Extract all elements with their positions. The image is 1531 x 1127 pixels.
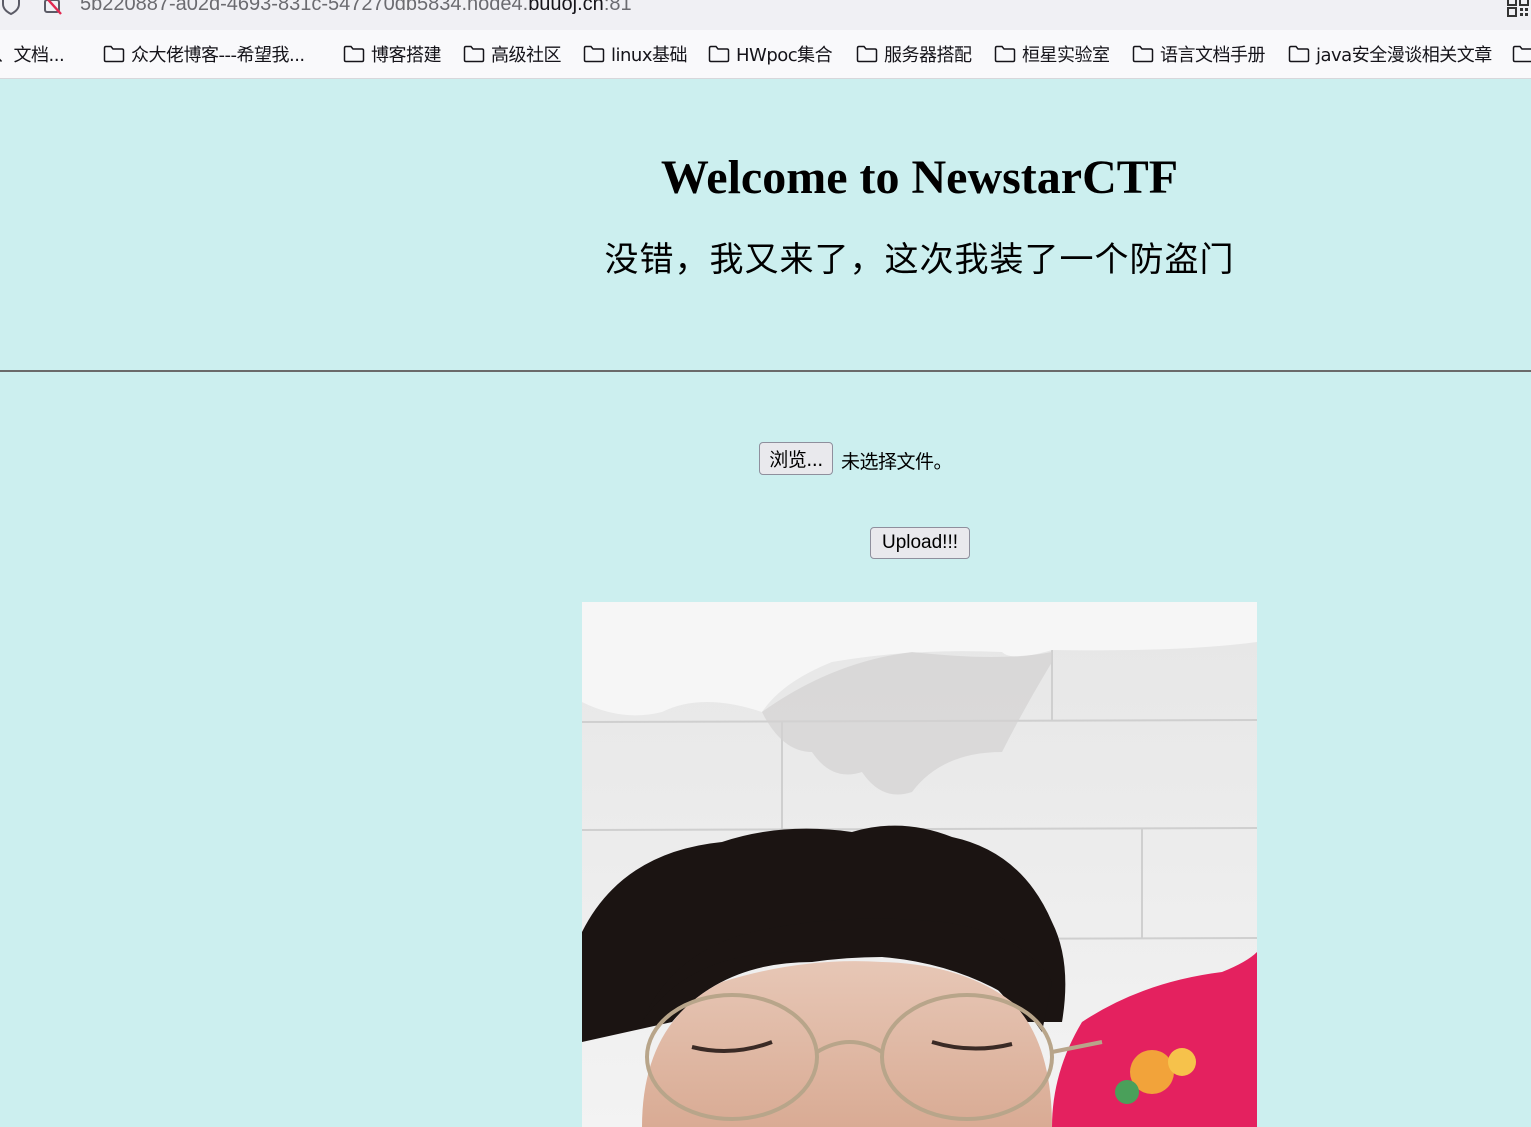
folder-icon — [708, 45, 730, 63]
bookmarks-toolbar: 、文档... 众大佬博客---希望我... 博客搭建 高级社区 linux基础 … — [0, 30, 1531, 79]
bookmark-folder[interactable]: linux基础 — [583, 30, 687, 78]
url-port: :81 — [603, 0, 632, 15]
bookmark-folder[interactable]: 桓星实验室 — [994, 30, 1110, 78]
url-bar[interactable]: 5b220887-a02d-4693-831c-547270db5834.nod… — [0, 0, 1531, 30]
bookmark-label: 语言文档手册 — [1160, 45, 1266, 66]
selfie-photo — [582, 602, 1257, 1127]
folder-icon — [343, 45, 365, 63]
folder-icon — [103, 45, 125, 63]
url-host: buuoj.cn — [528, 0, 604, 15]
bookmark-label: 高级社区 — [491, 45, 562, 66]
bookmark-label: HWpoc集合 — [736, 45, 833, 66]
bookmark-folder[interactable]: 语言文档手册 — [1132, 30, 1266, 78]
qr-code-icon[interactable] — [1507, 0, 1529, 17]
upload-button[interactable]: Upload!!! — [870, 527, 970, 559]
bookmark-label: 、文档... — [0, 45, 65, 66]
page-subtitle: 没错，我又来了，这次我装了一个防盗门 — [604, 240, 1235, 280]
folder-icon — [856, 45, 878, 63]
folder-icon — [463, 45, 485, 63]
tracking-shield-icon[interactable] — [0, 0, 22, 18]
bookmark-label: 服务器搭配 — [884, 45, 972, 66]
insecure-lock-icon[interactable] — [40, 0, 64, 18]
bookmark-item[interactable]: 、文档... — [0, 30, 65, 78]
bookmark-label: 博客搭建 — [371, 45, 442, 66]
bookmark-label: 桓星实验室 — [1022, 45, 1110, 66]
bookmark-label: java安全漫谈相关文章 — [1316, 45, 1492, 66]
bookmark-label: linux基础 — [611, 45, 687, 66]
folder-icon — [994, 45, 1016, 63]
bookmark-folder[interactable]: java安全漫谈相关文章 — [1288, 30, 1492, 78]
horizontal-rule — [0, 370, 1531, 372]
folder-icon — [583, 45, 605, 63]
bookmark-folder[interactable]: HWpoc集合 — [708, 30, 833, 78]
bookmark-folder[interactable]: 服务器搭配 — [856, 30, 972, 78]
bookmark-folder[interactable]: 众大佬博客---希望我... — [103, 30, 305, 78]
page-title: Welcome to NewstarCTF — [660, 151, 1179, 204]
url-prefix: 5b220887-a02d-4693-831c-547270db5834.nod… — [80, 0, 529, 15]
page-header: Welcome to NewstarCTF 没错，我又来了，这次我装了一个防盗门 — [0, 78, 1531, 371]
folder-icon — [1288, 45, 1310, 63]
url-text[interactable]: 5b220887-a02d-4693-831c-547270db5834.nod… — [80, 0, 632, 16]
folder-icon — [1512, 45, 1531, 63]
browse-file-button[interactable]: 浏览... — [759, 442, 833, 475]
bookmark-label: 众大佬博客---希望我... — [131, 45, 305, 66]
folder-icon — [1132, 45, 1154, 63]
bookmark-folder[interactable] — [1512, 30, 1531, 78]
file-status-text: 未选择文件。 — [841, 451, 953, 473]
bookmark-folder[interactable]: 博客搭建 — [343, 30, 442, 78]
bookmark-folder[interactable]: 高级社区 — [463, 30, 562, 78]
